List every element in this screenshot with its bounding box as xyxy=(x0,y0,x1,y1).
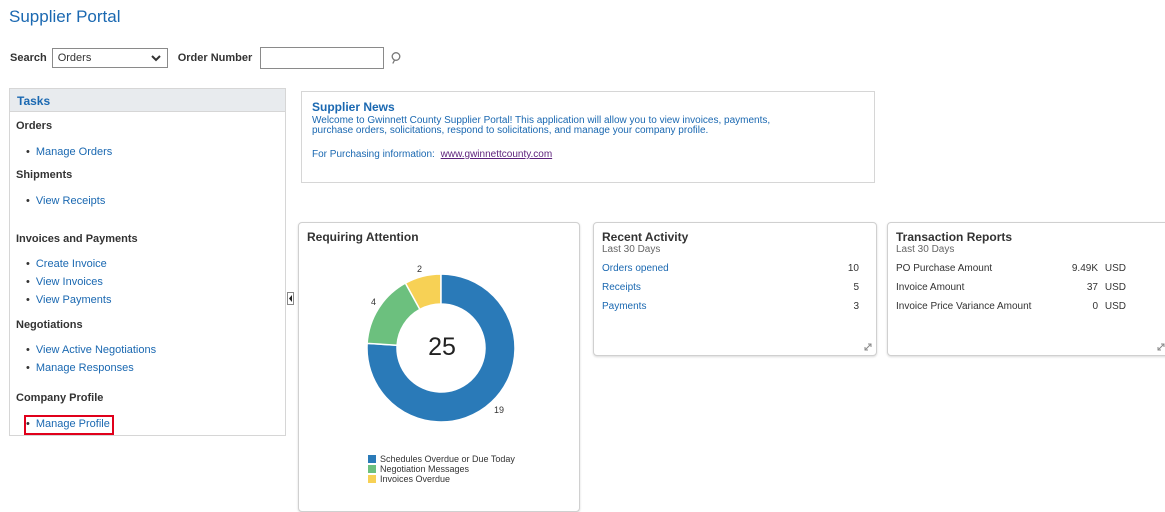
recent-row-orders-value: 10 xyxy=(847,263,859,274)
purchasing-link[interactable]: www.gwinnettcounty.com xyxy=(441,149,553,160)
recent-row-receipts-value: 5 xyxy=(853,282,859,293)
search-type-value: Orders xyxy=(57,52,92,64)
search-label: Search xyxy=(10,52,47,64)
section-invoices-payments: Invoices and Payments xyxy=(16,233,138,245)
report-row-po-value: 9.49K xyxy=(1071,263,1098,274)
report-row-po-label: PO Purchase Amount xyxy=(896,263,993,274)
transaction-reports-title: Transaction Reports xyxy=(896,230,1013,244)
attention-total: 25 xyxy=(428,333,456,361)
legend-item-negotiation: Negotiation Messages xyxy=(368,464,515,474)
report-row-variance-value: 0 xyxy=(1092,301,1098,312)
task-view-payments[interactable]: View Payments xyxy=(26,294,112,306)
task-manage-orders[interactable]: Manage Orders xyxy=(26,146,112,158)
task-view-receipts[interactable]: View Receipts xyxy=(26,195,106,207)
order-number-input[interactable] xyxy=(260,47,385,69)
attention-legend: Schedules Overdue or Due Today Negotiati… xyxy=(368,454,515,484)
chevron-down-icon xyxy=(150,55,161,62)
tasks-header: Tasks xyxy=(10,89,285,112)
recent-activity-subtitle: Last 30 Days xyxy=(602,244,661,255)
order-number-label: Order Number xyxy=(177,52,253,64)
news-line-2: purchase orders, solicitations, respond … xyxy=(312,125,709,136)
report-row-po-unit: USD xyxy=(1104,263,1126,274)
task-view-active-negotiations[interactable]: View Active Negotiations xyxy=(26,344,156,356)
search-bar: Search Orders Order Number xyxy=(10,47,404,69)
recent-activity-card: Recent Activity Last 30 Days Orders open… xyxy=(593,222,877,356)
legend-label: Invoices Overdue xyxy=(380,474,451,484)
legend-swatch xyxy=(368,455,376,463)
report-row-invoice-label: Invoice Amount xyxy=(896,282,965,293)
report-row-variance-unit: USD xyxy=(1104,301,1126,312)
task-manage-profile[interactable]: Manage Profile xyxy=(26,418,110,430)
news-title: Supplier News xyxy=(312,100,395,114)
legend-swatch xyxy=(368,475,376,483)
tasks-panel: Tasks Orders Manage Orders Shipments Vie… xyxy=(9,88,286,436)
legend-item-invoices: Invoices Overdue xyxy=(368,474,515,484)
task-view-invoices[interactable]: View Invoices xyxy=(26,276,103,288)
search-type-select[interactable]: Orders xyxy=(51,48,168,68)
recent-row-payments-value: 3 xyxy=(853,301,859,312)
report-row-invoice-value: 37 xyxy=(1086,282,1098,293)
task-manage-responses[interactable]: Manage Responses xyxy=(26,362,134,374)
expand-icon[interactable] xyxy=(863,342,873,352)
supplier-news-panel: Supplier News Welcome to Gwinnett County… xyxy=(301,91,875,183)
news-info: For Purchasing information: www.gwinnett… xyxy=(312,149,864,160)
recent-activity-title: Recent Activity xyxy=(602,230,689,244)
report-row-invoice-unit: USD xyxy=(1104,282,1126,293)
segment-value-negotiation-messages: 4 xyxy=(371,297,377,307)
legend-swatch xyxy=(368,465,376,473)
expand-icon[interactable] xyxy=(1156,342,1165,352)
collapse-panel-button[interactable] xyxy=(287,292,294,305)
segment-value-invoices-overdue: 2 xyxy=(417,264,423,274)
news-body: Welcome to Gwinnett County Supplier Port… xyxy=(312,116,782,136)
page-title: Supplier Portal xyxy=(9,7,121,26)
transaction-reports-subtitle: Last 30 Days xyxy=(896,244,955,255)
section-negotiations: Negotiations xyxy=(16,319,83,331)
recent-row-payments-label[interactable]: Payments xyxy=(602,301,646,312)
report-row-variance-label: Invoice Price Variance Amount xyxy=(896,301,1032,312)
search-icon[interactable] xyxy=(390,51,404,65)
legend-label: Negotiation Messages xyxy=(380,464,470,474)
segment-value-schedules-overdue: 19 xyxy=(494,405,505,415)
section-shipments: Shipments xyxy=(16,169,73,181)
news-info-label: For Purchasing information: xyxy=(312,149,435,160)
legend-label: Schedules Overdue or Due Today xyxy=(380,454,515,464)
task-create-invoice[interactable]: Create Invoice xyxy=(26,258,107,270)
section-orders: Orders xyxy=(16,120,53,132)
transaction-reports-card: Transaction Reports Last 30 Days PO Purc… xyxy=(887,222,1165,356)
legend-item-schedules: Schedules Overdue or Due Today xyxy=(368,454,515,464)
chevron-left-icon xyxy=(289,295,292,302)
recent-row-orders-label[interactable]: Orders opened xyxy=(602,263,669,274)
requiring-attention-card: Requiring Attention 25 2 4 19 Schedules … xyxy=(298,222,580,512)
recent-row-receipts-label[interactable]: Receipts xyxy=(602,282,641,293)
section-company-profile: Company Profile xyxy=(16,392,104,404)
